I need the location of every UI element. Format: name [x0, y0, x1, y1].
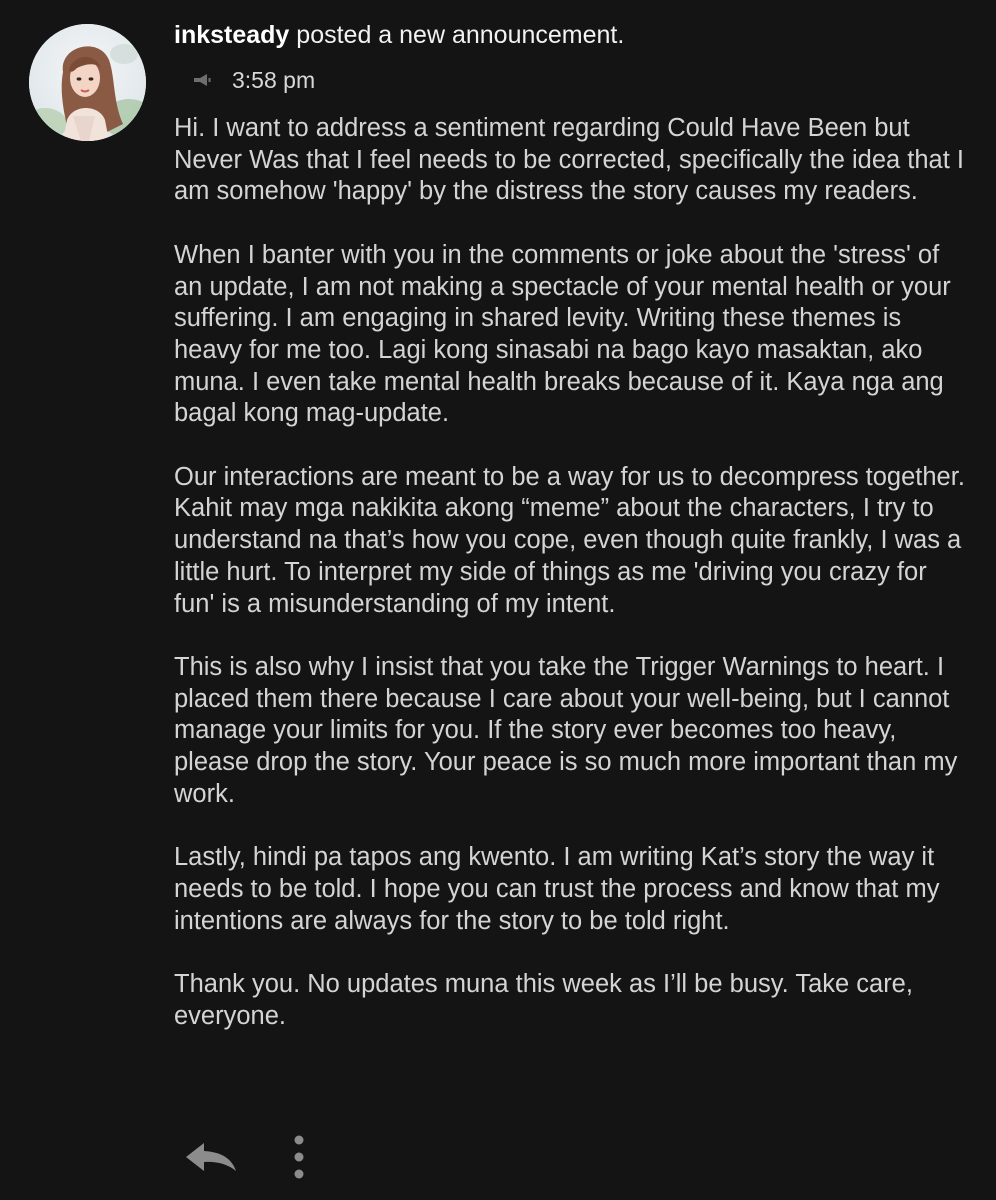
post-actions [180, 1132, 306, 1182]
announcement-paragraph: Our interactions are meant to be a way f… [174, 462, 965, 618]
avatar-illustration [29, 24, 146, 141]
announcement-paragraph: Hi. I want to address a sentiment regard… [174, 114, 964, 206]
post-time: 3:58 pm [232, 66, 316, 93]
more-options-icon[interactable] [292, 1134, 306, 1180]
author-username[interactable]: inksteady [174, 21, 289, 49]
post-action-text: posted a new announcement. [289, 21, 625, 49]
reply-icon[interactable] [180, 1137, 240, 1177]
announcement-body: Hi. I want to address a sentiment regard… [174, 113, 974, 1064]
author-avatar[interactable] [29, 24, 146, 141]
announcement-paragraph: When I banter with you in the comments o… [174, 240, 951, 428]
post-meta: 3:58 pm [192, 64, 315, 96]
announcement-paragraph: Thank you. No updates muna this week as … [174, 969, 913, 1030]
announcement-paragraph: Lastly, hindi pa tapos ang kwento. I am … [174, 843, 940, 935]
megaphone-icon [194, 74, 211, 86]
announcement-paragraph: This is also why I insist that you take … [174, 652, 958, 808]
post-header: inksteady posted a new announcement. [174, 18, 624, 52]
